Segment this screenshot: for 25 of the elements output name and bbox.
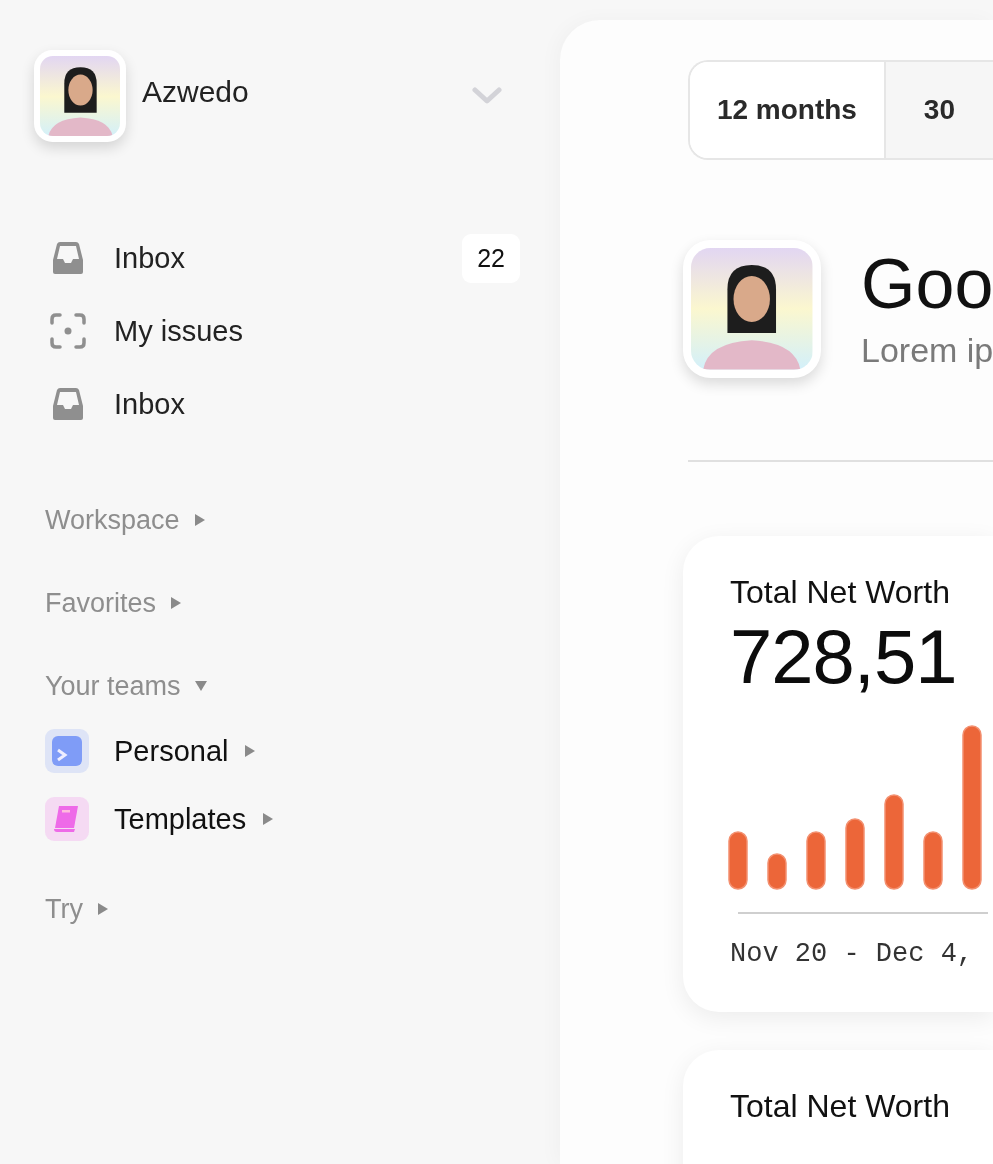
nav-item[interactable]: My issues (114, 314, 520, 348)
chevron-down-icon[interactable] (472, 87, 502, 105)
card-title: Total Net Worth (730, 574, 951, 611)
chart-bar (923, 831, 943, 890)
date-range: Nov 20 - Dec 4, (730, 939, 975, 969)
greeting-title: Goo (861, 248, 993, 319)
terminal-icon (52, 736, 82, 766)
inbox-icon (50, 240, 86, 276)
nav-item[interactable]: Inbox (114, 387, 520, 421)
card-title: Total Net Worth (730, 1088, 951, 1125)
greeting-subtitle: Lorem ip (861, 330, 993, 370)
chart-bar (767, 853, 787, 890)
inbox-icon (50, 386, 86, 422)
chart-bar (806, 831, 826, 890)
chart-bar (845, 818, 865, 890)
team-item[interactable]: Templates (114, 802, 247, 836)
nav-item[interactable]: Inbox (114, 241, 463, 275)
count-badge: 22 (462, 233, 520, 283)
workspace-name[interactable]: Azwedo (142, 75, 456, 109)
team-item[interactable]: Personal (114, 734, 229, 768)
range-tab[interactable]: 12 months (690, 62, 886, 158)
focus-icon (50, 313, 86, 349)
net-worth-value: 728,51 (730, 619, 958, 695)
range-tab[interactable]: 30 (885, 62, 993, 158)
chart-bar (728, 831, 748, 890)
